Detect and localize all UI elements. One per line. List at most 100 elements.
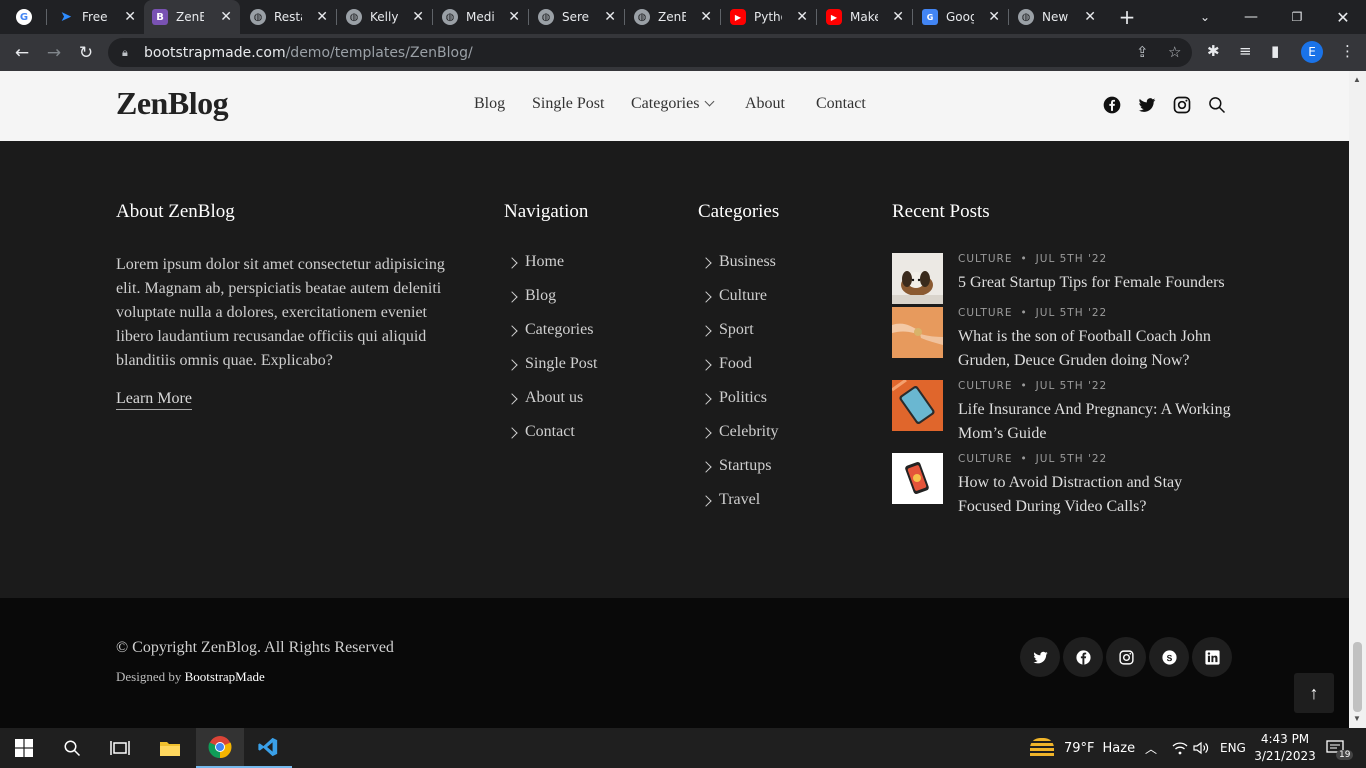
back-button[interactable]: ← [9, 40, 35, 66]
language-indicator[interactable]: ENG [1220, 728, 1246, 768]
nav-categories[interactable]: Categories [631, 95, 715, 113]
page-scrollbar[interactable]: ▲ ▼ [1349, 71, 1366, 728]
footer-category-link[interactable]: Sport [698, 321, 779, 355]
extensions-puzzle-icon[interactable]: ✱ [1207, 42, 1220, 60]
footer-category-link[interactable]: Travel [698, 491, 779, 525]
nav-single-post[interactable]: Single Post [532, 95, 604, 113]
post-title[interactable]: What is the son of Football Coach John G… [958, 325, 1238, 373]
close-icon[interactable]: ✕ [988, 9, 1000, 25]
site-logo[interactable]: ZenBlog [116, 85, 229, 122]
nav-about[interactable]: About [745, 95, 785, 113]
footer-nav-link[interactable]: Single Post [504, 355, 597, 389]
close-icon[interactable]: ✕ [508, 9, 520, 25]
notifications-icon[interactable]: 19 [1326, 728, 1354, 768]
bookmark-star-icon[interactable]: ☆ [1168, 43, 1181, 61]
facebook-icon[interactable] [1102, 95, 1122, 115]
volume-speaker-icon[interactable] [1193, 728, 1209, 768]
vscode-icon[interactable] [244, 728, 292, 768]
new-tab-button[interactable]: + [1104, 0, 1150, 34]
system-clock[interactable]: 4:43 PM 3/21/2023 [1252, 728, 1318, 768]
browser-tab[interactable]: ◍ Medic ✕ [434, 0, 528, 34]
close-icon[interactable]: ✕ [892, 9, 904, 25]
footer-nav-link[interactable]: Categories [504, 321, 597, 355]
forward-button[interactable]: → [41, 40, 67, 66]
browser-tab[interactable]: G Googl ✕ [914, 0, 1008, 34]
post-title[interactable]: How to Avoid Distraction and Stay Focuse… [958, 471, 1238, 519]
search-icon[interactable] [1207, 95, 1227, 115]
bootstrap-logo-icon: ➤ [60, 9, 72, 25]
skype-icon[interactable] [1149, 637, 1189, 677]
nav-contact[interactable]: Contact [816, 95, 866, 113]
post-thumbnail[interactable] [892, 453, 943, 504]
close-icon[interactable]: ✕ [1084, 9, 1096, 25]
browser-tab[interactable]: ◍ Restau ✕ [242, 0, 336, 34]
browser-tab[interactable]: ➤ Free B ✕ [50, 0, 144, 34]
task-view-icon[interactable] [96, 728, 144, 768]
post-thumbnail[interactable] [892, 380, 943, 431]
restore-button[interactable]: ❐ [1274, 0, 1320, 34]
footer-nav-link[interactable]: Blog [504, 287, 597, 321]
close-window-button[interactable]: ✕ [1320, 0, 1366, 34]
chrome-icon[interactable] [196, 728, 244, 768]
close-icon[interactable]: ✕ [700, 9, 712, 25]
close-icon[interactable]: ✕ [412, 9, 424, 25]
linkedin-icon[interactable] [1192, 637, 1232, 677]
browser-tab[interactable]: ▶ Pytho ✕ [722, 0, 816, 34]
footer-category-link[interactable]: Culture [698, 287, 779, 321]
network-wifi-icon[interactable] [1172, 728, 1188, 768]
chevron-right-icon [700, 461, 712, 473]
close-icon[interactable]: ✕ [796, 9, 808, 25]
twitter-icon[interactable] [1020, 637, 1060, 677]
post-title[interactable]: Life Insurance And Pregnancy: A Working … [958, 398, 1238, 446]
footer-nav-link[interactable]: About us [504, 389, 597, 423]
browser-tab[interactable]: ◍ New T ✕ [1010, 0, 1104, 34]
reload-button[interactable]: ↻ [73, 40, 99, 66]
tab-search-chevron-icon[interactable]: ⌄ [1182, 0, 1228, 34]
menu-kebab-icon[interactable]: ⋮ [1340, 42, 1355, 60]
back-to-top-button[interactable]: ↑ [1294, 673, 1334, 713]
scrollbar-thumb[interactable] [1353, 642, 1362, 712]
browser-tab[interactable]: ◍ Kelly E ✕ [338, 0, 432, 34]
instagram-icon[interactable] [1106, 637, 1146, 677]
facebook-icon[interactable] [1063, 637, 1103, 677]
footer-nav-link[interactable]: Contact [504, 423, 597, 457]
file-explorer-icon[interactable] [146, 728, 194, 768]
address-bar[interactable]: 🔒︎ bootstrapmade.com /demo/templates/Zen… [108, 38, 1192, 67]
close-icon[interactable]: ✕ [604, 9, 616, 25]
url-path: /demo/templates/ZenBlog/ [285, 44, 473, 61]
footer-navigation-list: Home Blog Categories Single Post About u… [504, 253, 597, 457]
footer-nav-link[interactable]: Home [504, 253, 597, 287]
weather-widget[interactable]: 79°F Haze [1030, 728, 1135, 768]
post-thumbnail[interactable] [892, 307, 943, 358]
close-icon[interactable]: ✕ [316, 9, 328, 25]
nav-blog[interactable]: Blog [474, 95, 505, 113]
browser-tab[interactable]: ▶ Make ✕ [818, 0, 912, 34]
footer-category-link[interactable]: Food [698, 355, 779, 389]
footer-category-link[interactable]: Celebrity [698, 423, 779, 457]
post-title[interactable]: 5 Great Startup Tips for Female Founders [958, 271, 1238, 295]
footer-category-link[interactable]: Business [698, 253, 779, 287]
footer-category-link[interactable]: Politics [698, 389, 779, 423]
instagram-icon[interactable] [1172, 95, 1192, 115]
scroll-up-arrow-icon[interactable]: ▲ [1353, 75, 1361, 84]
post-thumbnail[interactable] [892, 253, 943, 304]
close-icon[interactable]: ✕ [124, 9, 136, 25]
show-hidden-icons-chevron-icon[interactable]: ︿ [1145, 728, 1157, 768]
share-icon[interactable]: ⇪ [1136, 43, 1149, 61]
scroll-down-arrow-icon[interactable]: ▼ [1353, 714, 1361, 723]
bootstrapmade-link[interactable]: BootstrapMade [185, 669, 265, 684]
windows-start-icon[interactable] [0, 728, 48, 768]
minimize-button[interactable]: — [1228, 0, 1274, 34]
reading-list-icon[interactable]: ≡ [1239, 42, 1252, 60]
browser-tab[interactable]: ◍ ZenBl ✕ [626, 0, 720, 34]
twitter-icon[interactable] [1137, 95, 1157, 115]
browser-tab-active[interactable]: B ZenBl ✕ [144, 0, 240, 34]
footer-category-link[interactable]: Startups [698, 457, 779, 491]
close-icon[interactable]: ✕ [220, 9, 232, 25]
side-panel-icon[interactable]: ▮ [1271, 42, 1279, 60]
about-text: Lorem ipsum dolor sit amet consectetur a… [116, 256, 445, 369]
browser-tab[interactable]: ◍ Seren ✕ [530, 0, 624, 34]
learn-more-link[interactable]: Learn More [116, 390, 192, 410]
profile-avatar[interactable]: E [1301, 41, 1323, 63]
search-icon[interactable] [48, 728, 96, 768]
